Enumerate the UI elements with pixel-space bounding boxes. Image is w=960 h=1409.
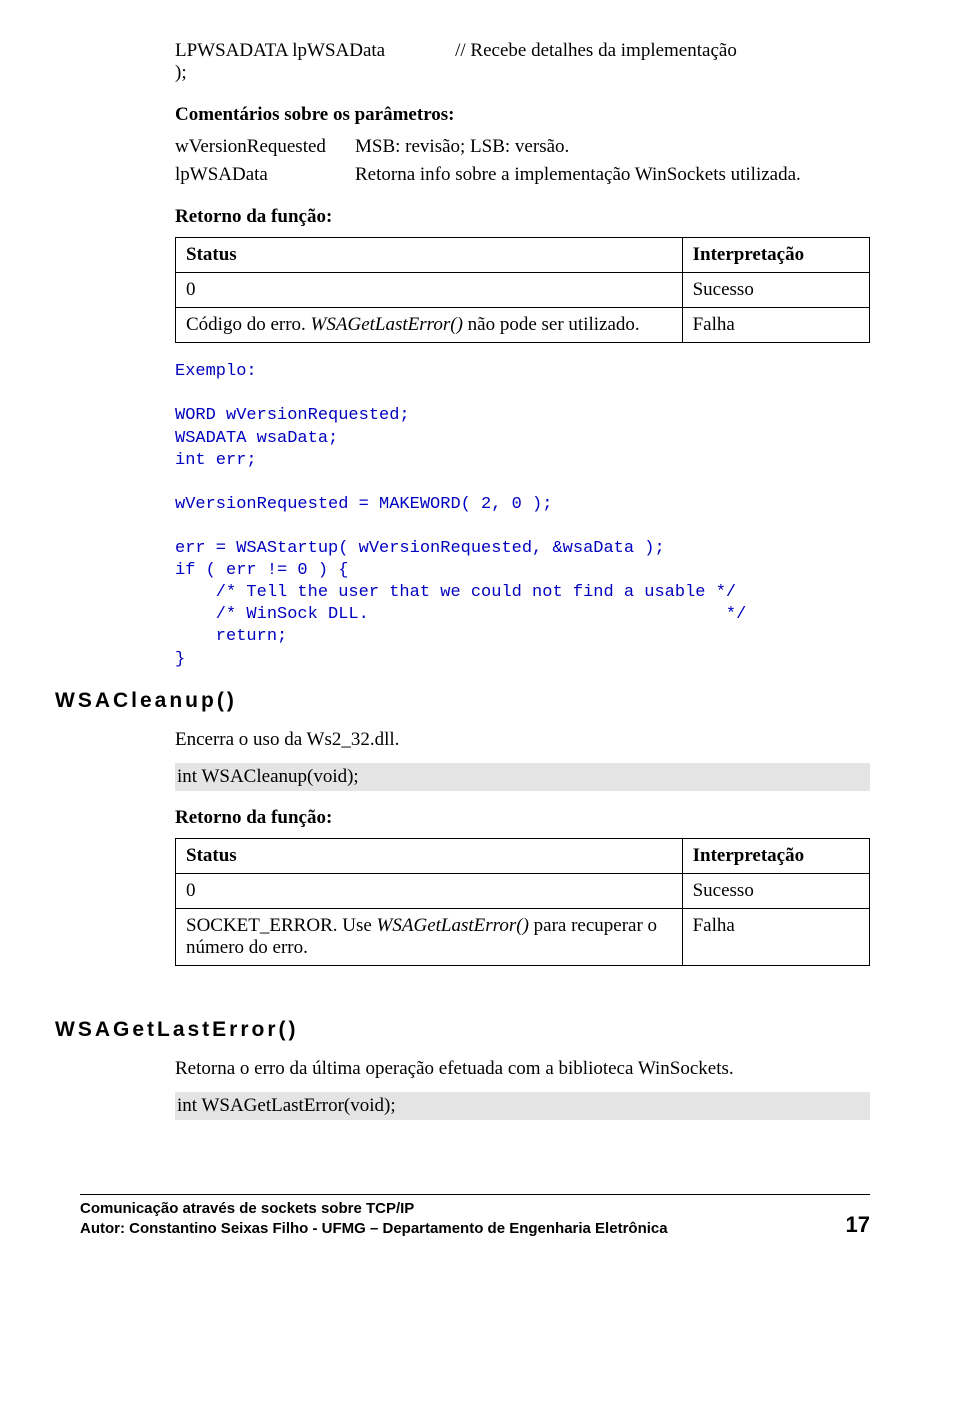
footer-line1: Comunicação através de sockets sobre TCP… [80, 1200, 414, 1217]
page-number: 17 [846, 1212, 870, 1238]
page-footer: Comunicação através de sockets sobre TCP… [0, 1194, 960, 1268]
wsagetlasterror-prototype: int WSAGetLastError(void); [175, 1092, 870, 1120]
footer-text: Comunicação através de sockets sobre TCP… [80, 1199, 668, 1238]
return-heading: Retorno da função: [175, 805, 870, 831]
table-row: Status Interpretação [176, 839, 870, 874]
comments-heading: Comentários sobre os parâmetros: [175, 102, 870, 128]
sig-comment: // Recebe detalhes da implementação [455, 40, 737, 84]
return-heading: Retorno da função: [175, 204, 870, 230]
wsagetlasterror-desc: Retorna o erro da última operação efetua… [175, 1058, 870, 1080]
param-row: wVersionRequested MSB: revisão; LSB: ver… [175, 136, 870, 158]
param-block: wVersionRequested MSB: revisão; LSB: ver… [175, 136, 870, 186]
italic-text: WSAGetLastError() [377, 915, 529, 936]
signature-line: LPWSADATA lpWSAData ); // Recebe detalhe… [175, 40, 870, 84]
text: SOCKET_ERROR. Use [186, 915, 377, 936]
param-name: lpWSAData [175, 164, 355, 186]
text: Código do erro. [186, 314, 311, 335]
param-row: lpWSAData Retorna info sobre a implement… [175, 164, 870, 186]
table-row: SOCKET_ERROR. Use WSAGetLastError() para… [176, 909, 870, 966]
table-row: Código do erro. WSAGetLastError() não po… [176, 308, 870, 343]
return-table-2: Status Interpretação 0 Sucesso SOCKET_ER… [175, 838, 870, 966]
table-row: Status Interpretação [176, 238, 870, 273]
table-header: Status [176, 238, 683, 273]
italic-text: WSAGetLastError() [311, 314, 463, 335]
table-cell: Falha [682, 909, 869, 966]
table-cell: Sucesso [682, 874, 869, 909]
table-header: Interpretação [682, 839, 869, 874]
table-cell: Falha [682, 308, 869, 343]
wsacleanup-desc: Encerra o uso da Ws2_32.dll. [175, 729, 870, 751]
table-row: 0 Sucesso [176, 273, 870, 308]
param-desc: Retorna info sobre a implementação WinSo… [355, 164, 870, 186]
code-example-1: Exemplo: WORD wVersionRequested; WSADATA… [175, 361, 870, 670]
table-cell: Sucesso [682, 273, 869, 308]
table-cell: SOCKET_ERROR. Use WSAGetLastError() para… [176, 909, 683, 966]
param-name: wVersionRequested [175, 136, 355, 158]
return-table-1: Status Interpretação 0 Sucesso Código do… [175, 237, 870, 343]
table-cell: 0 [176, 874, 683, 909]
table-row: 0 Sucesso [176, 874, 870, 909]
wsagetlasterror-heading: WSAGetLastError() [55, 1018, 870, 1042]
footer-line2: Autor: Constantino Seixas Filho - UFMG –… [80, 1220, 668, 1237]
table-header: Interpretação [682, 238, 869, 273]
text: não pode ser utilizado. [463, 314, 640, 335]
table-cell: 0 [176, 273, 683, 308]
wsacleanup-prototype: int WSACleanup(void); [175, 763, 870, 791]
wsacleanup-heading: WSACleanup() [55, 689, 870, 713]
sig-left-text: LPWSADATA lpWSAData ); [175, 40, 385, 84]
param-desc: MSB: revisão; LSB: versão. [355, 136, 870, 158]
footer-rule [80, 1194, 870, 1195]
table-cell: Código do erro. WSAGetLastError() não po… [176, 308, 683, 343]
table-header: Status [176, 839, 683, 874]
